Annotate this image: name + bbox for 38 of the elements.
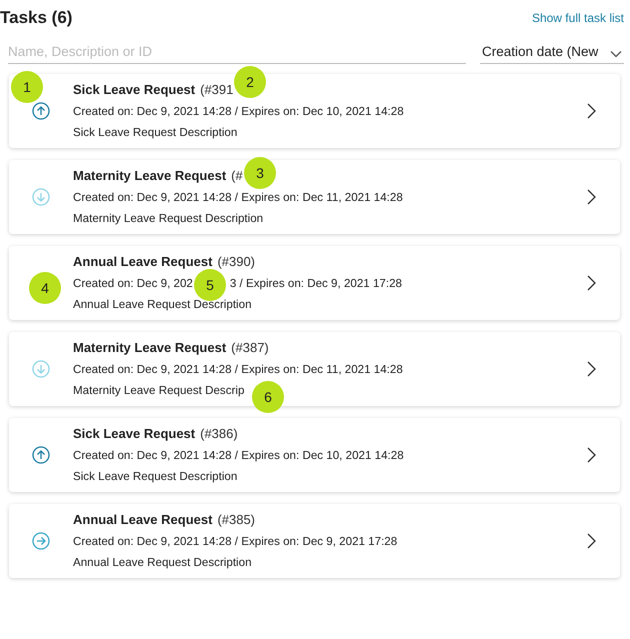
task-dates: Created on: Dec 9, 2021 14:28 / Expires on: Dec 10, 2021 14:28 — [73, 106, 404, 118]
sort-dropdown[interactable]: Creation date (New — [480, 42, 624, 64]
task-description: Sick Leave Request Description — [73, 126, 238, 139]
chevron-right-icon — [587, 361, 596, 377]
chevron-right-icon — [587, 103, 596, 119]
chevron-right-icon — [587, 189, 596, 205]
chevron-right-icon — [587, 275, 596, 291]
task-dates: Created on: Dec 9, 202 — [73, 278, 193, 290]
page-title: Tasks (6) — [0, 8, 72, 28]
task-dates: Created on: Dec 9, 2021 14:28 / Expires on: Dec 9, 2021 17:28 — [73, 536, 398, 548]
task-id: (#385) — [217, 513, 256, 527]
task-description: Maternity Leave Request Descrip — [73, 384, 244, 397]
task-description: Annual Leave Request Description — [73, 556, 252, 569]
task-description: Annual Leave Request Description — [73, 298, 252, 311]
task-dates: Created on: Dec 9, 2021 14:28 / Expires on: Dec 11, 2021 14:28 — [73, 364, 403, 376]
task-title: Annual Leave Request — [73, 513, 212, 527]
task-id: (#386) — [200, 427, 238, 441]
task-title: Sick Leave Request — [73, 83, 196, 97]
task-id: (#390) — [217, 255, 256, 269]
chevron-right-icon — [587, 447, 596, 463]
task-dates: 3 / Expires on: Dec 9, 2021 17:28 — [230, 278, 402, 290]
chevron-down-icon — [610, 50, 622, 58]
task-card[interactable]: Annual Leave Request (#385) Created on: Dec 9, 2021 14:28 / Expires on: Dec 9, 2021 17:28 Annual Leave Request Description — [9, 504, 620, 578]
show-full-task-list-link[interactable]: Show full task list — [532, 11, 624, 25]
task-card[interactable]: Sick Leave Request (#386) Created on: Dec 9, 2021 14:28 / Expires on: Dec 10, 2021 14:28 Sick Leave Request Description — [9, 418, 620, 492]
task-id: (#387) — [231, 341, 269, 355]
task-description: Maternity Leave Request Description — [73, 212, 264, 225]
annotation-marker: 2 — [234, 66, 266, 98]
task-title: Annual Leave Request — [73, 255, 212, 269]
task-title: Sick Leave Request — [73, 427, 196, 441]
chevron-right-icon — [587, 533, 596, 549]
task-title: Maternity Leave Request — [73, 341, 226, 355]
task-id: (# — [231, 169, 243, 183]
task-dates: Created on: Dec 9, 2021 14:28 / Expires on: Dec 10, 2021 14:28 — [73, 450, 404, 462]
task-id: (#391 — [200, 83, 234, 97]
task-description: Sick Leave Request Description — [73, 470, 238, 483]
task-dates: Created on: Dec 9, 2021 14:28 / Expires on: Dec 11, 2021 14:28 — [73, 192, 403, 204]
task-title: Maternity Leave Request — [73, 169, 226, 183]
